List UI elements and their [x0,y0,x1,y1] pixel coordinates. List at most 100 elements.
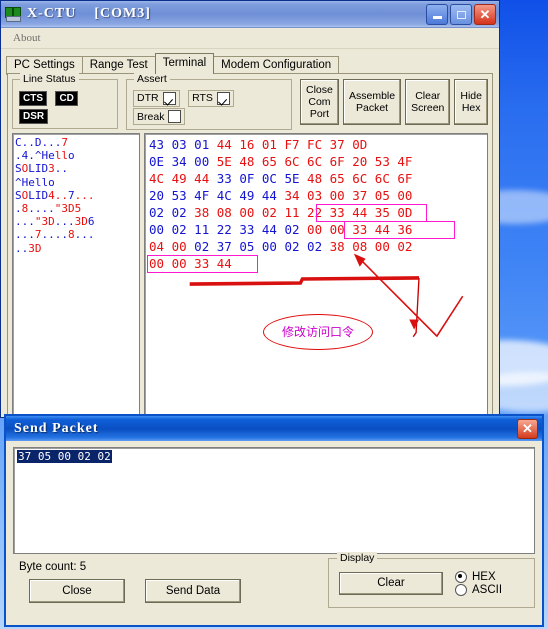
hex-byte: 53 [367,154,390,169]
hex-byte: 05 [367,188,390,203]
clear-screen-button[interactable]: Clear Screen [405,79,451,125]
hex-byte: 36 [389,222,413,237]
hex-byte: 49 [164,171,187,186]
radio-ascii-dot[interactable] [455,583,467,596]
ascii-segment: ... [15,215,35,229]
ascii-segment: ... [54,215,75,229]
close-com-port-button[interactable]: Close Com Port [299,79,339,125]
ascii-segment: 3 [48,162,55,176]
window-controls: ✕ [426,4,496,25]
hex-byte: 48 [299,171,323,186]
ascii-segment: 4.. [48,188,68,202]
send-packet-title: Send Packet [14,420,99,436]
ascii-segment: ... [74,228,95,242]
hex-byte: 02 [254,205,277,220]
radio-ascii[interactable]: ASCII [455,583,503,596]
assemble-packet-button[interactable]: Assemble Packet [343,79,402,125]
hex-byte: 44 [186,171,210,186]
assert-break[interactable]: Break [133,108,186,125]
hex-byte: 34 [276,188,300,203]
ascii-line: ^Hello [15,176,138,189]
xctu-main-window: X-CTU [COM3] ✕ About PC Settings Range T… [0,0,500,444]
hex-byte: 65 [322,171,345,186]
terminal-panes: C..D...7.4.^Hello SOLID3.. ^Hello SOLID4..7… [12,133,488,429]
send-packet-dialog: Send Packet ✕ 37 05 00 02 02 Byte count:… [4,414,544,627]
hex-byte: 08 [209,205,232,220]
hex-byte: 20 [149,188,165,203]
radio-ascii-label: ASCII [472,583,503,596]
modem-icon [5,7,21,22]
send-packet-close-icon[interactable]: ✕ [517,419,538,439]
hex-byte: 6C [367,171,390,186]
hex-byte: 0E [149,154,165,169]
hex-byte: 00 [149,256,165,271]
hex-byte: 43 [149,137,165,152]
ascii-line: C..D...7 [15,136,138,149]
hex-byte: 0F [231,171,255,186]
hex-byte: 00 [322,188,345,203]
hex-row: 02 02 38 08 00 02 11 22 33 44 35 0D [149,204,487,221]
assert-rts-label: RTS [192,92,213,104]
hex-byte: 02 [164,222,187,237]
ascii-segment: 8 [68,228,75,242]
hex-byte: 00 [254,239,277,254]
hex-byte: 02 [186,239,210,254]
maximize-button[interactable] [450,4,472,25]
hex-byte: 01 [186,137,210,152]
send-packet-title-bar: Send Packet ✕ [6,416,542,441]
hex-byte: 4F [389,154,413,169]
clear-button[interactable]: Clear [339,571,443,595]
line-status-legend: Line Status [20,73,79,85]
ascii-output-pane[interactable]: C..D...7.4.^Hello SOLID3.. ^Hello SOLID4..7… [12,133,140,429]
window-title: X-CTU [COM3] [27,6,151,21]
ascii-segment: 7 [34,228,42,242]
close-button[interactable]: ✕ [474,4,496,25]
hex-byte: FC [299,137,323,152]
hex-row: 0E 34 00 5E 48 65 6C 6C 6F 20 53 4F [149,153,487,170]
hex-byte: 4F [186,188,210,203]
terminal-toolbar: Line Status CTS CD DSR Assert DTR RTS Br… [12,73,488,130]
hex-byte: 00 [299,222,323,237]
hex-byte: 00 [322,222,345,237]
ascii-line: .4.^Hello [15,149,138,162]
hex-byte: 00 [164,239,187,254]
assert-dtr-checkbox[interactable] [162,91,176,105]
hex-byte: 4C [209,188,232,203]
radio-hex-dot[interactable] [455,570,467,583]
assert-rts-checkbox[interactable] [216,91,230,105]
assert-dtr-label: DTR [137,92,159,104]
hex-byte: 44 [209,256,232,271]
hex-output-pane[interactable]: 43 03 01 44 16 01 F7 FC 37 0D 0E 34 00 5E… [144,133,488,429]
send-data-button[interactable]: Send Data [145,579,241,603]
assert-rts[interactable]: RTS [188,89,234,107]
display-format-radios: HEX ASCII [455,570,502,597]
assert-break-checkbox[interactable] [168,110,182,123]
hex-byte: 37 [209,239,232,254]
display-group: Display Clear HEX ASCII [328,552,535,608]
hex-byte: 05 [231,239,255,254]
tab-terminal[interactable]: Terminal [154,53,215,74]
assert-legend: Assert [134,73,170,85]
hex-byte: 44 [209,137,232,152]
radio-hex[interactable]: HEX [455,570,502,583]
hex-byte: 38 [322,239,345,254]
ascii-segment: S [15,188,22,202]
hide-hex-button[interactable]: Hide Hex [454,79,488,125]
hex-byte: 00 [186,154,210,169]
hex-byte: 6C [344,171,368,186]
hex-byte: 5E [209,154,232,169]
hex-byte: 33 [186,256,210,271]
hex-byte: 02 [276,222,300,237]
hex-byte: 6C [299,154,323,169]
ascii-segment: LID [28,162,49,176]
close-dialog-button[interactable]: Close [29,579,125,603]
hex-byte: 11 [186,222,210,237]
packet-data-input[interactable]: 37 05 00 02 02 [13,447,535,554]
assert-dtr[interactable]: DTR [133,89,180,107]
hex-byte: 22 [209,222,232,237]
led-cd: CD [55,91,78,106]
ascii-line: ..3D [15,242,138,255]
minimize-button[interactable] [426,4,448,25]
hex-row: 43 03 01 44 16 01 F7 FC 37 0D [149,136,487,153]
menu-item-about[interactable]: About [8,31,46,45]
